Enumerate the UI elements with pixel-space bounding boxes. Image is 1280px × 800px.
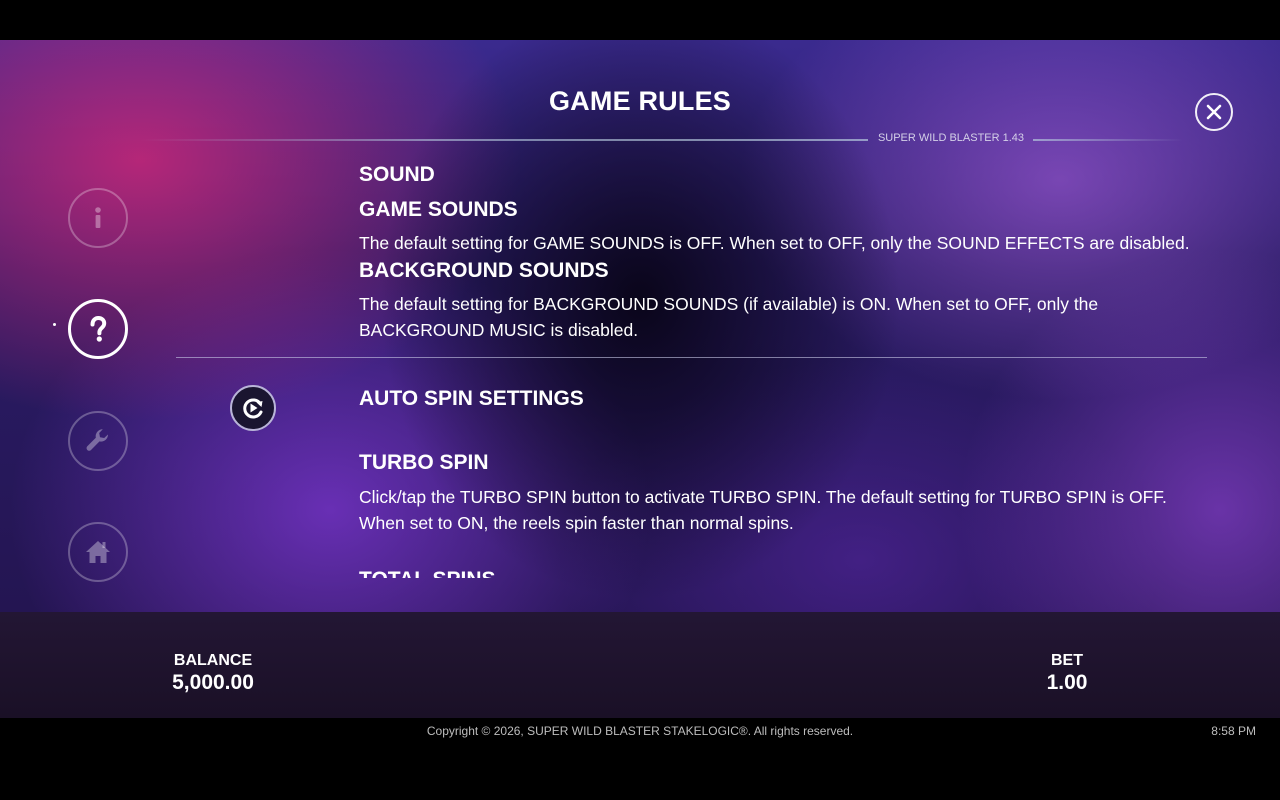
- autospin-heading: AUTO SPIN SETTINGS: [359, 387, 584, 410]
- sidebar-item-home[interactable]: [68, 522, 128, 582]
- info-icon: [95, 207, 101, 228]
- turbo-spin-text: Click/tap the TURBO SPIN button to activ…: [359, 487, 1167, 533]
- question-icon: [90, 315, 107, 342]
- game-sounds-heading: GAME SOUNDS: [359, 198, 518, 221]
- balance-value: 5,000.00: [172, 671, 254, 694]
- title-rule-left: [140, 139, 868, 141]
- balance-display: BALANCE 5,000.00: [153, 652, 273, 695]
- sound-heading: SOUND: [359, 163, 435, 186]
- total-spins-heading: TOTAL SPINS: [359, 568, 496, 578]
- section-divider: [176, 357, 1207, 358]
- sidebar-item-help[interactable]: [68, 299, 128, 359]
- sidebar-item-info[interactable]: [68, 188, 128, 248]
- clock: 8:58 PM: [1211, 724, 1256, 738]
- copyright-text: Copyright © 2026, SUPER WILD BLASTER STA…: [426, 724, 854, 738]
- page-title: GAME RULES: [548, 86, 731, 116]
- close-button[interactable]: [1195, 93, 1233, 131]
- close-icon: [1206, 104, 1222, 120]
- autospin-arrow-icon: [243, 398, 263, 419]
- bet-value: 1.00: [1046, 671, 1088, 694]
- background-sounds-heading: BACKGROUND SOUNDS: [359, 259, 609, 282]
- bet-display: BET 1.00: [1017, 652, 1117, 695]
- game-sounds-text: The default setting for GAME SOUNDS is O…: [359, 233, 1190, 253]
- turbo-spin-heading: TURBO SPIN: [359, 451, 489, 474]
- autospin-icon: [230, 385, 276, 431]
- title-rule-right: [1033, 139, 1183, 141]
- sidebar-item-settings[interactable]: [68, 411, 128, 471]
- background-sounds-text: The default setting for BACKGROUND SOUND…: [359, 294, 1099, 340]
- home-icon: [86, 541, 110, 563]
- active-indicator-dot: [53, 323, 56, 326]
- game-version: SUPER WILD BLASTER 1.43: [877, 132, 1025, 144]
- top-bar: [0, 0, 1280, 40]
- rules-content[interactable]: SOUND GAME SOUNDS The default setting fo…: [359, 160, 1229, 578]
- wrench-icon: [86, 429, 109, 451]
- bet-label: BET: [1051, 652, 1083, 669]
- balance-label: BALANCE: [173, 652, 253, 669]
